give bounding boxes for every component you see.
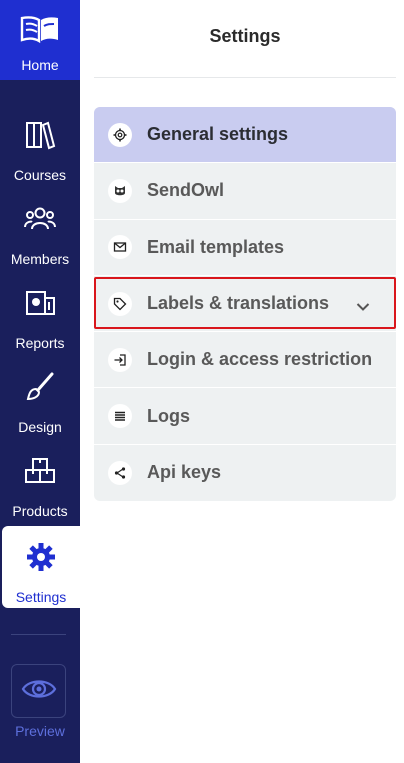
nav-members[interactable]: Members [0, 204, 80, 284]
menu-item-label: Logs [147, 405, 190, 426]
gear-icon [108, 122, 132, 147]
menu-item-label: Labels & translations [147, 293, 330, 314]
nav-products-label: Products [12, 503, 68, 519]
menu-item-labels-translations[interactable]: Labels & translations [94, 276, 396, 333]
home-button[interactable]: Home [0, 0, 80, 80]
settings-menu: General settings SendOwl Email templates… [94, 107, 396, 502]
menu-item-label: Api keys [147, 462, 222, 483]
eye-icon [21, 675, 57, 708]
nav-settings[interactable]: Settings [2, 526, 80, 608]
nav-design[interactable]: Design [0, 372, 80, 452]
nav-design-label: Design [18, 419, 62, 435]
nav-reports-label: Reports [15, 335, 65, 351]
menu-item-label: Login & access restriction [147, 349, 373, 370]
nav-products[interactable]: Products [0, 456, 80, 536]
nav-members-label: Members [10, 251, 70, 267]
menu-item-general-settings[interactable]: General settings [94, 107, 396, 164]
tag-icon [108, 291, 132, 316]
nav-settings-label: Settings [15, 589, 67, 605]
page-title: Settings [209, 26, 281, 46]
network-icon [108, 460, 132, 485]
menu-item-logs[interactable]: Logs [94, 388, 396, 445]
menu-item-email-templates[interactable]: Email templates [94, 220, 396, 276]
list-icon [108, 404, 132, 429]
gear-icon [25, 542, 57, 577]
left-nav-rail: Home Courses Members Reports Design Prod… [0, 0, 80, 763]
nav-courses-label: Courses [13, 167, 67, 183]
chevron-down-icon[interactable] [356, 299, 370, 311]
preview-label: Preview [15, 723, 65, 739]
nav-reports[interactable]: Reports [0, 288, 80, 368]
owl-icon [108, 178, 132, 203]
menu-item-label: Email templates [147, 236, 285, 257]
envelope-icon [108, 235, 132, 260]
book-logo-icon [20, 12, 60, 49]
books-icon [24, 120, 56, 155]
paintbrush-icon [24, 372, 56, 407]
boxes-icon [24, 456, 56, 491]
settings-panel: Settings General settings SendOwl Email … [80, 0, 404, 763]
rail-divider [11, 634, 66, 635]
home-label: Home [21, 57, 59, 73]
menu-item-label: General settings [147, 124, 289, 145]
preview-button[interactable] [11, 664, 66, 718]
menu-item-api-keys[interactable]: Api keys [94, 445, 396, 501]
menu-item-sendowl[interactable]: SendOwl [94, 163, 396, 220]
menu-item-login-access-restriction[interactable]: Login & access restriction [94, 332, 396, 389]
app-root: Home Courses Members Reports Design Prod… [0, 0, 404, 763]
login-icon [108, 347, 132, 372]
report-chart-icon [24, 288, 56, 323]
menu-item-label: SendOwl [147, 180, 225, 201]
users-icon [24, 204, 56, 239]
title-divider [94, 77, 396, 78]
nav-courses[interactable]: Courses [0, 120, 80, 200]
